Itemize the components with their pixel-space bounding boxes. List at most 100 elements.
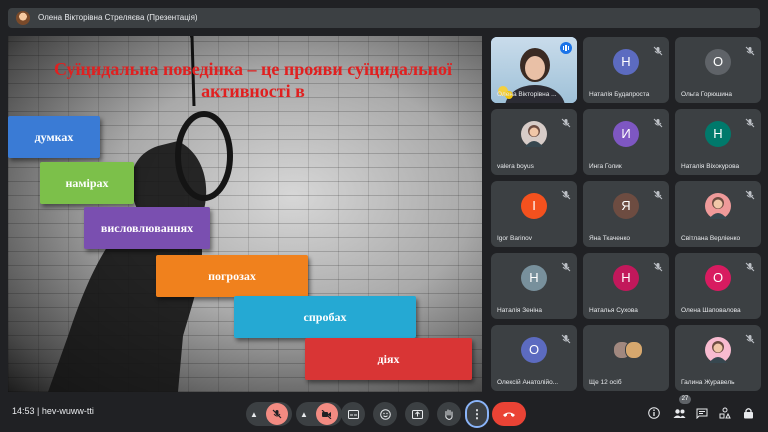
step-thoughts: думках (8, 116, 100, 158)
clock-separator: | (37, 406, 40, 416)
presenter-title: Олена Вікторівна Стреляєва (Презентація) (38, 13, 198, 22)
participant-name: Яна Ткаченко (589, 235, 630, 242)
chat-button[interactable] (693, 404, 711, 422)
participant-tile[interactable]: И Инга Голик (583, 109, 669, 175)
participant-avatar: Я (613, 193, 639, 219)
mic-muted-icon (561, 259, 571, 272)
mic-options-chevron-icon[interactable]: ▲ (250, 410, 258, 419)
leave-call-button[interactable] (492, 402, 526, 426)
presenter-avatar (16, 11, 30, 25)
mic-muted-icon (561, 115, 571, 128)
participant-avatar: И (613, 121, 639, 147)
more-options-button[interactable]: ⋮ (465, 400, 489, 428)
participant-tile[interactable]: Я Яна Ткаченко (583, 181, 669, 247)
step-attempts: спробах (234, 296, 416, 338)
present-icon (411, 409, 423, 419)
captions-button[interactable] (341, 402, 365, 426)
bottom-bar: 14:53 | hev-wuww-tti ▲ ▲ ⋮ (0, 398, 768, 432)
mic-control[interactable]: ▲ (246, 402, 292, 426)
participant-avatar: Н (705, 121, 731, 147)
participant-avatar: I (521, 193, 547, 219)
mic-muted-icon (653, 115, 663, 128)
participant-count-badge: 27 (679, 395, 691, 404)
step-threats: погрозах (156, 255, 308, 297)
emoji-button[interactable] (373, 402, 397, 426)
mic-muted-icon (745, 259, 755, 272)
participant-name: Олена Вікторівна ... (497, 91, 557, 98)
participant-tile[interactable]: О Олена Шаповалова (675, 253, 761, 319)
participant-tile[interactable]: О Ольга Горюшина (675, 37, 761, 103)
mic-muted-icon (745, 187, 755, 200)
mic-muted-icon (653, 259, 663, 272)
people-icon (673, 408, 685, 418)
mic-off-icon[interactable] (265, 403, 288, 425)
participant-avatar (705, 337, 731, 363)
info-icon (648, 407, 660, 419)
mic-muted-icon (745, 115, 755, 128)
participant-name: Наталія Зеніна (497, 307, 543, 314)
participant-tile[interactable]: Світлана Верліенко (675, 181, 761, 247)
more-vert-icon: ⋮ (471, 407, 483, 421)
participant-tile[interactable]: Н Наталія Зеніна (491, 253, 577, 319)
people-button[interactable] (670, 404, 688, 422)
mic-muted-icon (561, 331, 571, 344)
participant-avatar: Н (521, 265, 547, 291)
participant-name: Галина Журавель (681, 379, 735, 386)
participant-tile[interactable]: Галина Журавель (675, 325, 761, 391)
participant-name: Наталія Будапроста (589, 91, 650, 98)
more-participants-avatars (613, 341, 643, 359)
hangup-icon (503, 412, 515, 417)
meeting-code: hev-wuww-tti (41, 406, 94, 416)
participant-tile[interactable]: О Олексій Анатолійо... (491, 325, 577, 391)
participant-tile[interactable]: Н Наталія Віхокурова (675, 109, 761, 175)
participant-tile[interactable]: Н Наталія Будапроста (583, 37, 669, 103)
chat-icon (696, 408, 708, 419)
meeting-info: 14:53 | hev-wuww-tti (12, 406, 94, 416)
participant-avatar (705, 193, 731, 219)
activities-button[interactable] (716, 404, 734, 422)
participant-name: valera boyus (497, 163, 534, 170)
mic-muted-icon (745, 43, 755, 56)
mic-muted-icon (561, 187, 571, 200)
clock-time: 14:53 (12, 406, 35, 416)
host-controls-icon (743, 408, 753, 419)
participant-tile[interactable]: Ще 12 осіб (583, 325, 669, 391)
participant-name: Инга Голик (589, 163, 622, 170)
participant-avatar: О (705, 49, 731, 75)
camera-options-chevron-icon[interactable]: ▲ (300, 410, 308, 419)
presentation-stage: Суїцидальна поведінка – це прояви суїцид… (8, 36, 482, 392)
participant-tile[interactable]: Олена Вікторівна ... (491, 37, 577, 103)
camera-control[interactable]: ▲ (296, 402, 342, 426)
speaking-indicator-icon (560, 42, 572, 54)
presenter-bar: Олена Вікторівна Стреляєва (Презентація) (8, 8, 760, 28)
participant-name: Наталія Віхокурова (681, 163, 740, 170)
participant-tile[interactable]: valera boyus (491, 109, 577, 175)
participant-name: Ольга Горюшина (681, 91, 733, 98)
participant-tile[interactable]: Н Наталья Сухова (583, 253, 669, 319)
raise-hand-button[interactable] (437, 402, 461, 426)
participant-name: Igor Barinov (497, 235, 533, 242)
participant-name: Світлана Верліенко (681, 235, 741, 242)
mic-muted-icon (745, 331, 755, 344)
slide-title: Суїцидальна поведінка – це прояви суїцид… (54, 59, 452, 101)
emoji-icon (379, 408, 391, 420)
host-controls-button[interactable] (739, 404, 757, 422)
participant-avatar: Н (613, 49, 639, 75)
mic-muted-icon (653, 187, 663, 200)
participant-avatar (521, 121, 547, 147)
present-button[interactable] (405, 402, 429, 426)
participant-tile[interactable]: I Igor Barinov (491, 181, 577, 247)
step-intentions: намірах (40, 162, 134, 204)
raise-hand-icon (445, 409, 453, 420)
step-statements: висловлюваннях (84, 207, 210, 249)
participant-name: Ще 12 осіб (589, 379, 622, 386)
participant-name: Наталья Сухова (589, 307, 638, 314)
meeting-details-button[interactable] (645, 404, 663, 422)
participant-name: Олена Шаповалова (681, 307, 741, 314)
participant-avatar: Н (613, 265, 639, 291)
step-actions: діях (305, 338, 472, 380)
captions-icon (347, 409, 359, 419)
participant-avatar: О (521, 337, 547, 363)
mic-muted-icon (653, 43, 663, 56)
camera-off-icon[interactable] (315, 403, 338, 425)
